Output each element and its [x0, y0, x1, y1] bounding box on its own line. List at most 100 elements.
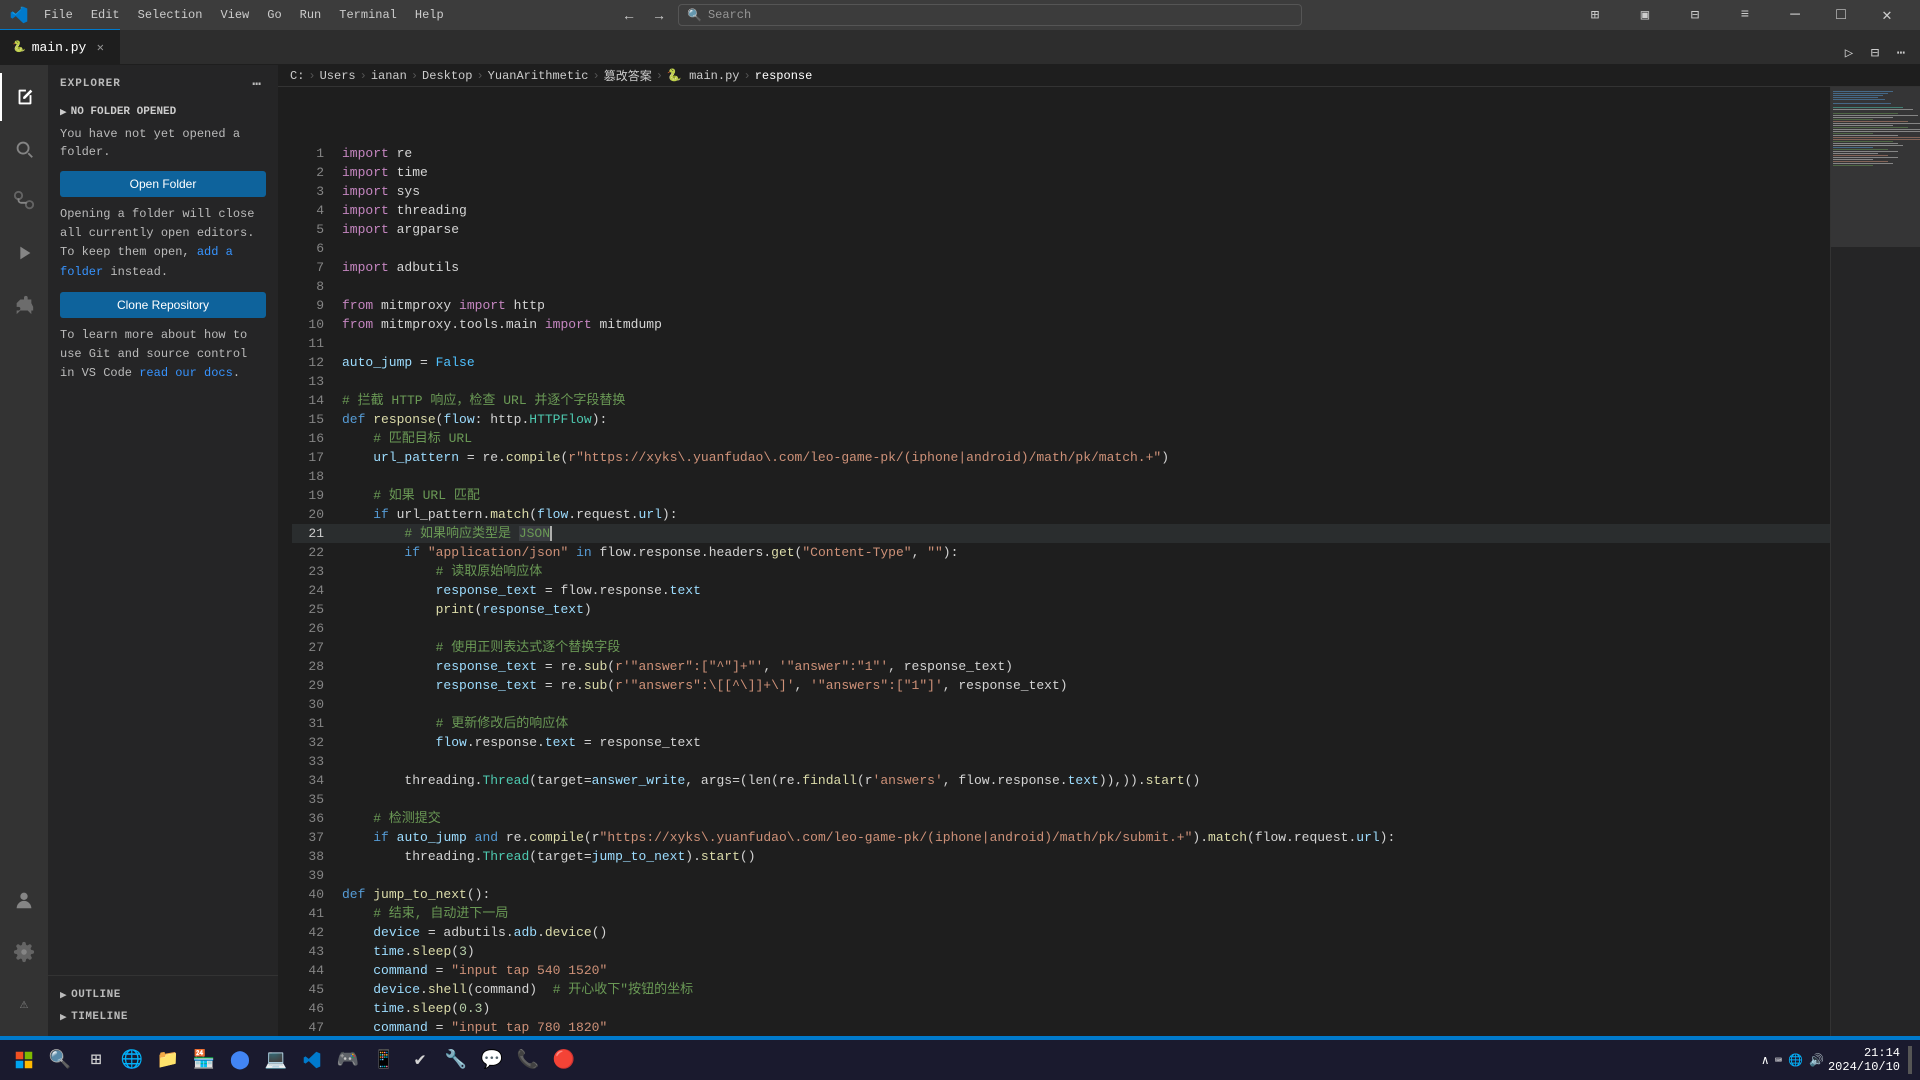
tab-close-button[interactable]: ✕ — [92, 39, 108, 55]
taskbar-search[interactable]: 🔍 — [44, 1044, 76, 1076]
taskbar-store[interactable]: 🏪 — [188, 1044, 220, 1076]
activity-run-debug[interactable] — [0, 229, 48, 277]
line-content[interactable]: device.shell(command) # 开心收下"按钮的坐标 — [340, 980, 1830, 999]
activity-settings[interactable] — [0, 928, 48, 976]
line-content[interactable]: from mitmproxy import http — [340, 296, 1830, 315]
activity-search[interactable] — [0, 125, 48, 173]
line-content[interactable]: # 如果 URL 匹配 — [340, 486, 1830, 505]
code-editor[interactable]: 1import re2import time3import sys4import… — [278, 87, 1830, 1036]
remote-icon[interactable]: ⊞ — [1572, 0, 1618, 30]
new-file-button[interactable]: ⋯ — [248, 75, 266, 93]
line-content[interactable]: auto_jump = False — [340, 353, 1830, 372]
tray-chevron-icon[interactable]: ∧ — [1762, 1053, 1769, 1068]
breadcrumb-desktop[interactable]: Desktop — [422, 69, 472, 83]
clone-repo-button[interactable]: Clone Repository — [60, 292, 266, 318]
line-content[interactable] — [340, 372, 1830, 391]
activity-accounts[interactable] — [0, 876, 48, 924]
line-content[interactable]: import re — [340, 144, 1830, 163]
breadcrumb-users[interactable]: Users — [320, 69, 356, 83]
breadcrumb-yuanarithmetic[interactable]: YuanArithmetic — [488, 69, 589, 83]
line-content[interactable] — [340, 334, 1830, 353]
line-content[interactable]: import threading — [340, 201, 1830, 220]
line-content[interactable]: # 更新修改后的响应体 — [340, 714, 1830, 733]
line-content[interactable]: # 拦截 HTTP 响应，检查 URL 并逐个字段替换 — [340, 391, 1830, 410]
line-content[interactable]: response_text = flow.response.text — [340, 581, 1830, 600]
line-content[interactable]: if "application/json" in flow.response.h… — [340, 543, 1830, 562]
line-content[interactable]: # 使用正则表达式逐个替换字段 — [340, 638, 1830, 657]
network-icon[interactable]: 🌐 — [1788, 1053, 1803, 1068]
line-content[interactable]: import argparse — [340, 220, 1830, 239]
menu-view[interactable]: View — [212, 5, 257, 25]
line-content[interactable]: # 检测提交 — [340, 809, 1830, 828]
line-content[interactable]: # 如果响应类型是 JSON — [340, 524, 1830, 543]
line-content[interactable] — [340, 866, 1830, 885]
line-content[interactable]: print(response_text) — [340, 600, 1830, 619]
line-content[interactable]: # 结束, 自动进下一局 — [340, 904, 1830, 923]
more-icon[interactable]: ≡ — [1722, 0, 1768, 30]
breadcrumb-tamper[interactable]: 篡改答案 — [604, 67, 652, 84]
line-content[interactable]: def jump_to_next(): — [340, 885, 1830, 904]
line-content[interactable] — [340, 752, 1830, 771]
taskbar-taskview[interactable]: ⊞ — [80, 1044, 112, 1076]
layout-icon[interactable]: ▣ — [1622, 0, 1668, 30]
outline-panel-header[interactable]: ▶ OUTLINE — [60, 984, 266, 1006]
taskbar-app6[interactable]: 💬 — [476, 1044, 508, 1076]
menu-selection[interactable]: Selection — [130, 5, 211, 25]
line-content[interactable]: if auto_jump and re.compile(r"https://xy… — [340, 828, 1830, 847]
breadcrumb-response[interactable]: response — [755, 69, 813, 83]
line-content[interactable] — [340, 277, 1830, 296]
line-content[interactable] — [340, 790, 1830, 809]
editor-content[interactable]: 1import re2import time3import sys4import… — [278, 87, 1920, 1036]
keyboard-icon[interactable]: ⌨ — [1775, 1053, 1782, 1068]
menu-help[interactable]: Help — [407, 5, 452, 25]
menu-file[interactable]: File — [36, 5, 81, 25]
global-search-box[interactable]: 🔍 Search — [678, 4, 1302, 26]
taskbar-app5[interactable]: 🔧 — [440, 1044, 472, 1076]
maximize-button[interactable]: □ — [1818, 0, 1864, 30]
activity-notifications[interactable]: ⚠ — [0, 980, 48, 1028]
taskbar-app7[interactable]: 📞 — [512, 1044, 544, 1076]
menu-edit[interactable]: Edit — [83, 5, 128, 25]
more-actions-button[interactable]: ⋯ — [1890, 42, 1912, 64]
line-content[interactable]: time.sleep(0.3) — [340, 999, 1830, 1018]
line-content[interactable]: # 读取原始响应体 — [340, 562, 1830, 581]
activity-explorer[interactable] — [0, 73, 48, 121]
menu-go[interactable]: Go — [259, 5, 289, 25]
line-content[interactable] — [340, 239, 1830, 258]
line-content[interactable]: from mitmproxy.tools.main import mitmdum… — [340, 315, 1830, 334]
menu-terminal[interactable]: Terminal — [331, 5, 405, 25]
taskbar-app4[interactable]: ✔ — [404, 1044, 436, 1076]
open-folder-button[interactable]: Open Folder — [60, 171, 266, 197]
line-content[interactable]: command = "input tap 540 1520" — [340, 961, 1830, 980]
breadcrumb-ianan[interactable]: ianan — [371, 69, 407, 83]
taskbar-app1[interactable]: 💻 — [260, 1044, 292, 1076]
line-content[interactable] — [340, 619, 1830, 638]
line-content[interactable]: threading.Thread(target=answer_write, ar… — [340, 771, 1830, 790]
activity-source-control[interactable] — [0, 177, 48, 225]
taskbar-edge[interactable]: 🌐 — [116, 1044, 148, 1076]
taskbar-app2[interactable]: 🎮 — [332, 1044, 364, 1076]
menu-run[interactable]: Run — [292, 5, 330, 25]
line-content[interactable]: import time — [340, 163, 1830, 182]
tab-main-py[interactable]: 🐍 main.py ✕ — [0, 29, 120, 64]
taskbar-vscode[interactable] — [296, 1044, 328, 1076]
volume-icon[interactable]: 🔊 — [1809, 1053, 1824, 1068]
system-clock[interactable]: 21:14 2024/10/10 — [1828, 1046, 1900, 1074]
line-content[interactable]: import adbutils — [340, 258, 1830, 277]
taskbar-app3[interactable]: 📱 — [368, 1044, 400, 1076]
line-content[interactable]: # 匹配目标 URL — [340, 429, 1830, 448]
line-content[interactable]: def response(flow: http.HTTPFlow): — [340, 410, 1830, 429]
taskbar-app8[interactable]: 🔴 — [548, 1044, 580, 1076]
taskbar-chrome[interactable]: ⬤ — [224, 1044, 256, 1076]
taskbar-explorer[interactable]: 📁 — [152, 1044, 184, 1076]
line-content[interactable]: url_pattern = re.compile(r"https://xyks\… — [340, 448, 1830, 467]
line-content[interactable]: device = adbutils.adb.device() — [340, 923, 1830, 942]
line-content[interactable]: command = "input tap 780 1820" — [340, 1018, 1830, 1036]
timeline-panel-header[interactable]: ▶ TIMELINE — [60, 1006, 266, 1028]
split-icon[interactable]: ⊟ — [1672, 0, 1718, 30]
line-content[interactable]: time.sleep(3) — [340, 942, 1830, 961]
forward-button[interactable]: → — [648, 4, 670, 26]
read-docs-link[interactable]: read our docs — [139, 366, 233, 380]
line-content[interactable]: threading.Thread(target=jump_to_next).st… — [340, 847, 1830, 866]
back-button[interactable]: ← — [618, 4, 640, 26]
